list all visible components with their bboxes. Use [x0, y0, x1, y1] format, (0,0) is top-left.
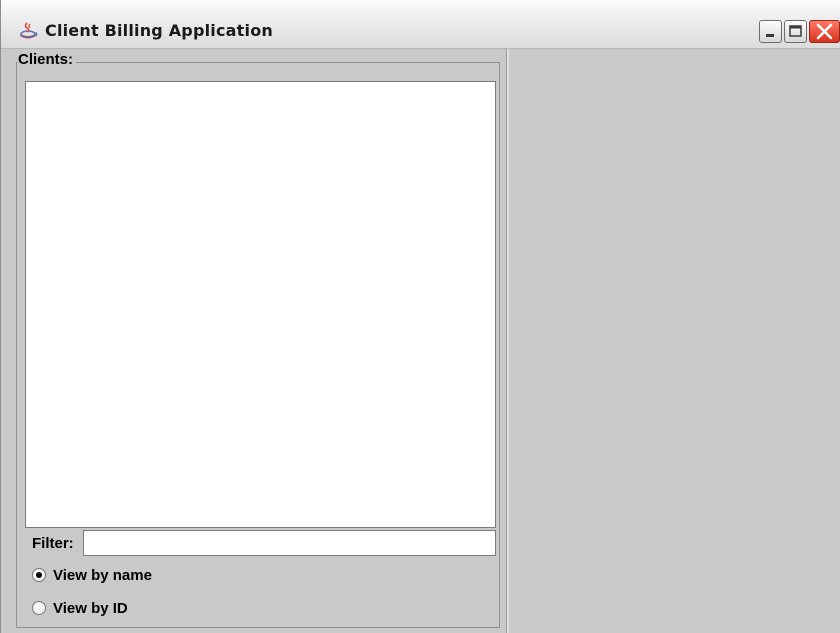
view-by-id-radio[interactable]	[32, 601, 46, 615]
view-by-id-label: View by ID	[53, 599, 128, 617]
view-by-name-label: View by name	[53, 566, 152, 584]
clients-pane: Clients: Filter: View by name View by ID	[1, 49, 507, 633]
clients-list[interactable]	[25, 81, 496, 528]
close-button[interactable]	[809, 20, 840, 43]
view-by-id-option[interactable]: View by ID	[32, 598, 128, 618]
close-icon	[816, 23, 833, 40]
java-coffee-cup-icon	[20, 22, 38, 39]
minimize-button[interactable]	[759, 20, 782, 43]
app-window: Client Billing Application Clients: Filt…	[0, 0, 840, 633]
filter-input[interactable]	[83, 530, 496, 556]
maximize-button[interactable]	[784, 20, 807, 43]
title-bar[interactable]: Client Billing Application	[1, 0, 840, 49]
clients-group-title: Clients:	[18, 51, 77, 68]
maximize-icon	[789, 25, 802, 37]
minimize-icon	[766, 34, 774, 37]
view-by-name-radio[interactable]	[32, 568, 46, 582]
filter-label: Filter:	[32, 535, 74, 552]
view-by-name-option[interactable]: View by name	[32, 565, 152, 585]
window-title: Client Billing Application	[45, 21, 273, 40]
details-pane	[509, 49, 840, 633]
